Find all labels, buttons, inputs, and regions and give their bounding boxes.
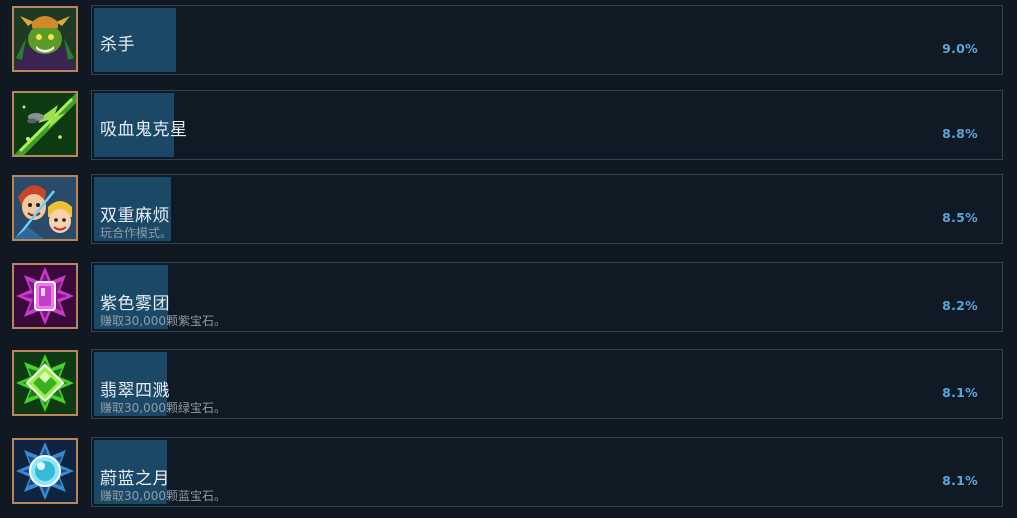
achievement-percent: 8.8% <box>942 126 978 141</box>
achievement-card: 杀手 9.0% <box>91 5 1003 75</box>
achievement-card: 吸血鬼克星 8.8% <box>91 90 1003 160</box>
achievement-row[interactable]: 双重麻烦 玩合作模式。 8.5% <box>0 174 1017 250</box>
achievement-description: 玩合作模式。 <box>100 226 173 240</box>
achievement-description: 赚取30,000颗紫宝石。 <box>100 314 226 328</box>
achievement-description: 赚取30,000颗蓝宝石。 <box>100 489 226 503</box>
achievement-row[interactable]: 翡翠四溅 赚取30,000颗绿宝石。 8.1% <box>0 349 1017 425</box>
green-ogre-icon <box>12 6 78 72</box>
achievement-row[interactable]: 紫色雾团 赚取30,000颗紫宝石。 8.2% <box>0 262 1017 338</box>
purple-gem-icon <box>12 263 78 329</box>
achievement-title: 吸血鬼克星 <box>100 120 188 140</box>
achievement-percent: 9.0% <box>942 41 978 56</box>
achievement-list: 杀手 9.0% 吸血鬼克星 8.8% 双重麻烦 玩合作模式。 8.5% 紫色雾团… <box>0 0 1017 518</box>
achievement-percent: 8.2% <box>942 298 978 313</box>
green-gem-icon <box>12 350 78 416</box>
achievement-card: 双重麻烦 玩合作模式。 8.5% <box>91 174 1003 244</box>
achievement-row[interactable]: 杀手 9.0% <box>0 5 1017 81</box>
achievement-title: 双重麻烦 <box>100 206 170 226</box>
green-bolt-icon <box>12 91 78 157</box>
blue-gem-icon <box>12 438 78 504</box>
achievement-card: 翡翠四溅 赚取30,000颗绿宝石。 8.1% <box>91 349 1003 419</box>
achievement-title: 杀手 <box>100 35 135 55</box>
achievement-row[interactable]: 吸血鬼克星 8.8% <box>0 90 1017 166</box>
achievement-percent: 8.5% <box>942 210 978 225</box>
achievement-card: 紫色雾团 赚取30,000颗紫宝石。 8.2% <box>91 262 1003 332</box>
achievement-description: 赚取30,000颗绿宝石。 <box>100 401 226 415</box>
achievement-title: 翡翠四溅 <box>100 381 170 401</box>
achievement-title: 蔚蓝之月 <box>100 469 170 489</box>
achievement-row[interactable]: 蔚蓝之月 赚取30,000颗蓝宝石。 8.1% <box>0 437 1017 513</box>
achievement-percent: 8.1% <box>942 473 978 488</box>
achievement-title: 紫色雾团 <box>100 294 170 314</box>
achievement-card: 蔚蓝之月 赚取30,000颗蓝宝石。 8.1% <box>91 437 1003 507</box>
achievement-percent: 8.1% <box>942 385 978 400</box>
two-heroes-icon <box>12 175 78 241</box>
